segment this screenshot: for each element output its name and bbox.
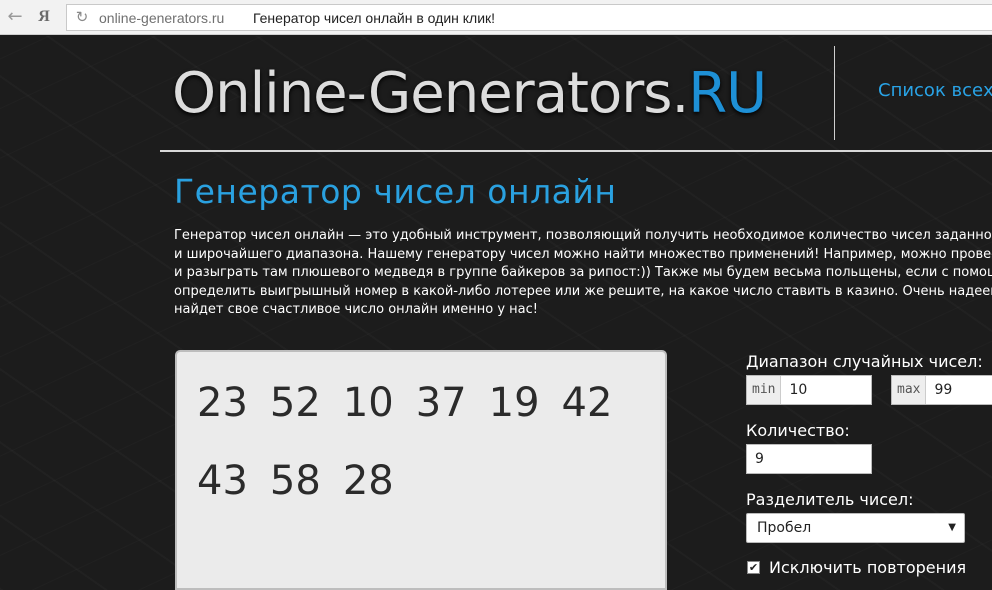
separator-label: Разделитель чисел: [746,490,914,509]
result-number: 28 [342,458,394,504]
yandex-logo-icon[interactable]: Я [34,6,54,28]
result-number: 19 [488,380,540,426]
result-numbers: 23 52 10 37 19 42 43 58 28 [197,364,657,520]
max-tag: max [892,376,927,404]
back-arrow-icon[interactable]: ← [4,6,26,28]
page-title: Генератор чисел онлайн [174,172,617,211]
separator-select[interactable]: Пробел ▼ [746,513,965,543]
chevron-down-icon: ▼ [948,522,956,533]
count-field[interactable] [746,444,872,474]
min-input[interactable] [781,376,871,404]
separator-selected-value: Пробел [757,520,812,536]
min-tag: min [747,376,782,404]
address-page-title: Генератор чисел онлайн в один клик! [253,10,496,26]
result-number: 58 [269,458,321,504]
result-number: 10 [342,380,394,426]
max-input[interactable] [926,376,992,404]
intro-line: определить выигрышный номер в какой-либо… [174,283,992,299]
min-field[interactable]: min [746,375,872,405]
exclude-repeats-label[interactable]: Исключить повторения [769,558,966,577]
range-label: Диапазон случайных чисел: [746,352,983,371]
result-number: 37 [415,380,467,426]
exclude-repeats-checkbox[interactable]: ✔ [747,561,760,574]
result-number: 52 [269,380,321,426]
address-domain: online-generators.ru [99,10,225,26]
count-label: Количество: [746,421,850,440]
reload-icon[interactable]: ↻ [73,8,91,26]
header-divider [834,46,835,140]
browser-toolbar: ← Я ↻ online-generators.ru Генератор чис… [0,0,992,35]
intro-line: и разыграть там плюшевого медведя в груп… [174,265,992,280]
count-input[interactable] [747,445,871,473]
header-rule [160,150,992,152]
result-number: 42 [561,380,613,426]
nav-link-all-generators[interactable]: Список всех [878,80,992,101]
result-number: 43 [197,458,248,504]
result-panel[interactable]: 23 52 10 37 19 42 43 58 28 [175,350,667,590]
logo-tld-text: RU [688,61,767,126]
intro-text: Генератор чисел онлайн — это удобный инс… [174,227,992,319]
intro-line: и широчайшего диапазона. Нашему генерато… [174,246,992,262]
result-number: 23 [197,380,248,426]
max-field[interactable]: max [891,375,992,405]
intro-line: найдет свое счастливое число онлайн имен… [174,302,538,317]
intro-line: Генератор чисел онлайн — это удобный инс… [174,228,992,243]
site-logo[interactable]: Online-Generators.RU [172,58,767,130]
logo-main-text: Online-Generators. [172,61,689,126]
address-bar[interactable]: ↻ online-generators.ru Генератор чисел о… [66,4,992,31]
